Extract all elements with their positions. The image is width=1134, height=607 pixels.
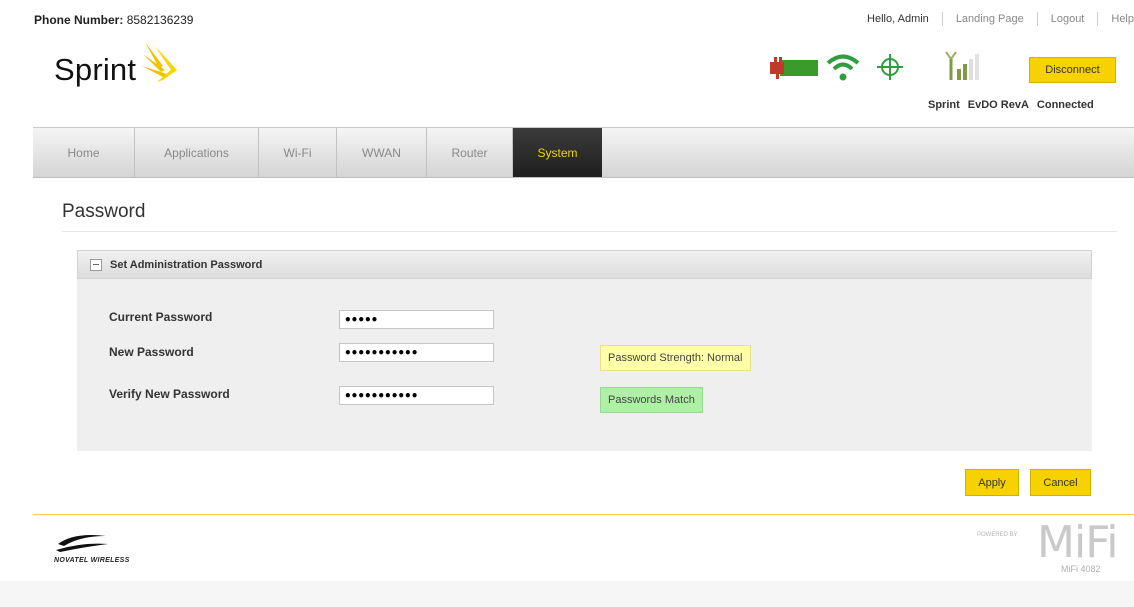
phone-number: Phone Number: 8582136239 [34,13,193,27]
panel-body [77,279,1092,451]
mifi-model: MiFi 4082 [1061,564,1101,574]
network-type: EvDO RevA [967,99,1029,111]
footer [33,515,1134,581]
signal-bars-icon [945,51,979,80]
tab-router[interactable]: Router [427,128,513,177]
title-divider [62,231,1117,232]
mifi-logo: MiFi [1037,517,1119,568]
panel-title: Set Administration Password [110,258,263,271]
powered-by-text: POWERED BY [977,532,1018,538]
current-password-label: Current Password [109,310,213,324]
top-links: Hello, Admin Landing Page Logout Help [867,12,1134,26]
phone-label: Phone Number: [34,13,124,27]
cancel-button[interactable]: Cancel [1030,469,1091,496]
new-password-label: New Password [109,345,194,359]
page-title: Password [62,201,146,222]
novatel-text: NOVATEL WIRELESS [54,557,130,564]
main-nav: Home Applications Wi-Fi WWAN Router Syst… [33,127,1134,178]
wifi-icon [826,54,860,81]
disconnect-button[interactable]: Disconnect [1029,57,1116,83]
battery-icon [770,57,818,79]
greeting: Hello, Admin [867,13,929,25]
verify-password-label: Verify New Password [109,387,230,401]
phone-value: 8582136239 [126,13,194,27]
connection-state: Connected [1036,99,1094,111]
divider [1036,12,1038,26]
sprint-logo-text: Sprint [54,52,137,87]
tab-system[interactable]: System [513,128,602,177]
landing-page-link[interactable]: Landing Page [956,13,1024,25]
gps-icon [877,54,903,80]
divider [1097,12,1099,26]
new-password-input[interactable]: ••••••••••• [339,343,494,362]
password-strength-badge: Password Strength: Normal [600,345,751,371]
password-match-badge: Passwords Match [600,387,703,413]
help-link[interactable]: Help [1111,13,1134,25]
carrier-name: Sprint [928,99,960,111]
apply-button[interactable]: Apply [965,469,1019,496]
tab-wifi[interactable]: Wi-Fi [259,128,337,177]
novatel-logo-icon [56,535,108,552]
logout-link[interactable]: Logout [1051,13,1085,25]
current-password-input[interactable]: ••••• [339,310,494,329]
collapse-icon[interactable] [90,258,102,271]
divider [941,12,943,26]
connection-status: Sprint EvDO RevA Connected [928,99,1094,111]
verify-password-input[interactable]: ••••••••••• [339,386,494,405]
tab-home[interactable]: Home [33,128,135,177]
tab-wwan[interactable]: WWAN [337,128,427,177]
sprint-logo-icon [142,42,177,82]
panel-header: Set Administration Password [77,250,1092,279]
bottom-band [0,581,1134,607]
tab-applications[interactable]: Applications [135,128,259,177]
